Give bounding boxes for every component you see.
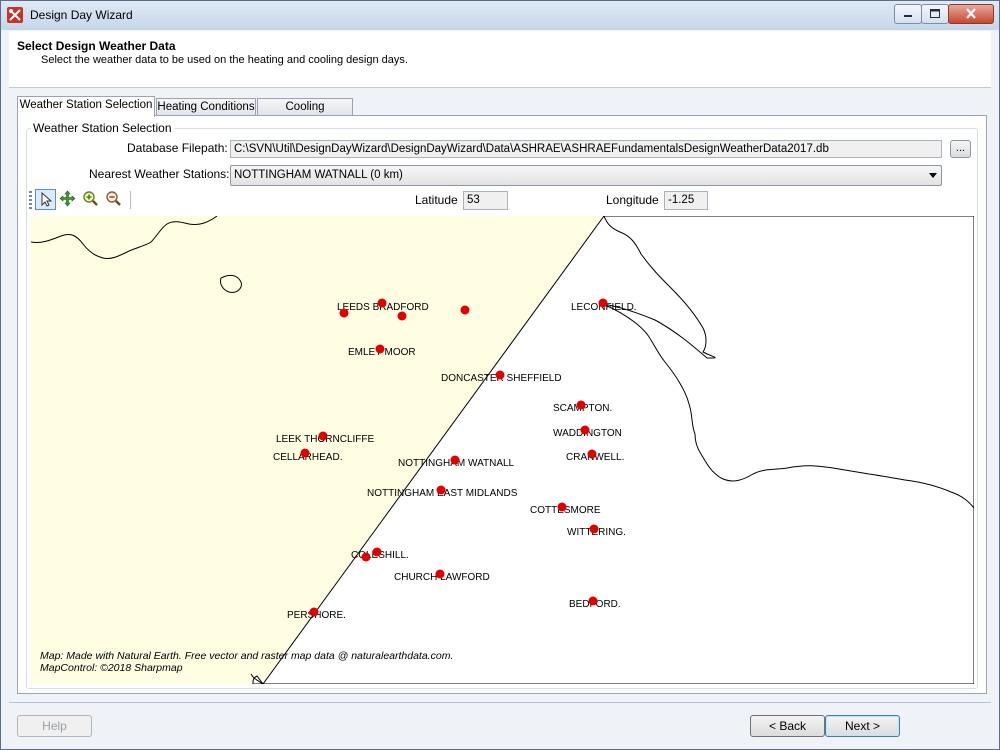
station-marker[interactable] <box>435 569 445 579</box>
latitude-field[interactable]: 53 <box>463 191 508 210</box>
coastline-west <box>31 216 264 684</box>
zoom-in-tool-button[interactable] <box>81 189 102 210</box>
latitude-label: Latitude <box>415 193 458 207</box>
wizard-header: Select Design Weather Data Select the we… <box>9 31 991 88</box>
map-canvas[interactable]: LEEDS BRADFORD LECONFIELD.EMLEY MOORDONCA… <box>31 216 974 684</box>
minimize-button[interactable] <box>894 4 922 24</box>
help-button[interactable]: Help <box>17 715 92 737</box>
station-marker[interactable] <box>588 596 598 606</box>
browse-button[interactable]: ... <box>950 140 971 158</box>
page-subtitle: Select the weather data to be used on th… <box>41 54 408 66</box>
station-marker[interactable] <box>576 400 586 410</box>
station-marker[interactable] <box>557 502 567 512</box>
db-filepath-field[interactable]: C:\SVN\Util\DesignDayWizard\DesignDayWiz… <box>230 140 942 158</box>
station-marker[interactable] <box>580 425 590 435</box>
back-button[interactable]: < Back <box>750 715 825 737</box>
wizard-window: Design Day Wizard Select Design Weather … <box>0 0 1000 750</box>
station-marker[interactable] <box>587 449 597 459</box>
station-marker[interactable] <box>460 305 470 315</box>
maximize-icon <box>930 9 940 18</box>
zoom-out-icon <box>106 191 121 206</box>
station-marker[interactable] <box>436 485 446 495</box>
longitude-label: Longitude <box>606 193 659 207</box>
nearest-stations-select[interactable]: NOTTINGHAM WATNALL (0 km) <box>230 165 942 186</box>
longitude-field[interactable]: -1.25 <box>664 191 708 210</box>
toolbar-grip[interactable] <box>29 191 32 209</box>
station-marker[interactable] <box>450 455 460 465</box>
station-marker[interactable] <box>397 311 407 321</box>
db-filepath-label: Database Filepath: <box>127 141 228 155</box>
station-marker[interactable] <box>495 370 505 380</box>
station-marker[interactable] <box>372 547 382 557</box>
tab-weather-station-selection[interactable]: Weather Station Selection <box>17 96 155 117</box>
station-marker[interactable] <box>598 298 608 308</box>
zoom-in-icon <box>83 191 98 206</box>
tab-cooling-conditions[interactable]: Cooling Conditions <box>257 98 353 130</box>
map-credit-line1: Map: Made with Natural Earth. Free vecto… <box>40 650 454 662</box>
close-icon <box>966 8 976 19</box>
page-title: Select Design Weather Data <box>17 39 176 53</box>
map-credit-line2: MapControl: ©2018 Sharpmap <box>40 662 183 674</box>
footer-divider <box>9 702 991 703</box>
map-toolbar <box>29 188 133 212</box>
toolbar-separator <box>130 191 131 209</box>
window-title: Design Day Wizard <box>30 8 133 22</box>
pan-tool-button[interactable] <box>58 189 79 210</box>
station-marker[interactable] <box>309 607 319 617</box>
minimize-icon <box>904 15 912 17</box>
pan-icon <box>59 190 76 207</box>
maximize-button[interactable] <box>921 4 949 24</box>
title-bar[interactable]: Design Day Wizard <box>1 1 999 30</box>
station-marker[interactable] <box>361 552 371 562</box>
map-view[interactable]: LEEDS BRADFORD LECONFIELD. EMLEY MOOR DONCA… <box>31 216 974 684</box>
group-title: Weather Station Selection <box>31 121 174 135</box>
zoom-out-tool-button[interactable] <box>104 189 125 210</box>
station-marker[interactable] <box>339 308 349 318</box>
station-marker[interactable] <box>300 448 310 458</box>
close-button[interactable] <box>948 4 994 24</box>
nearest-stations-label: Nearest Weather Stations: <box>89 167 230 181</box>
station-marker[interactable] <box>375 344 385 354</box>
station-marker[interactable] <box>589 524 599 534</box>
station-marker[interactable] <box>318 431 328 441</box>
next-button[interactable]: Next > <box>825 715 900 737</box>
nearest-stations-value: NOTTINGHAM WATNALL (0 km) <box>234 169 403 181</box>
pointer-icon <box>41 191 53 207</box>
tab-heating-conditions[interactable]: Heating Conditions <box>156 98 256 115</box>
tools-icon <box>7 7 23 23</box>
station-marker[interactable] <box>377 298 387 308</box>
pointer-tool-button[interactable] <box>35 189 56 210</box>
chevron-down-icon <box>929 173 937 178</box>
